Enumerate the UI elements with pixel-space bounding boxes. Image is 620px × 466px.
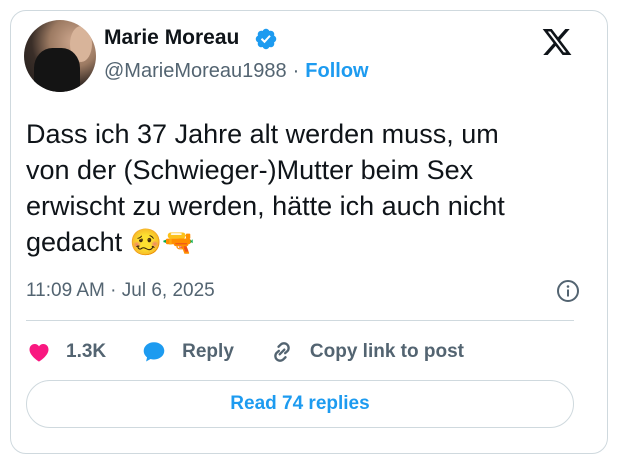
tweet-line: erwischt zu werden, hätte ich auch nicht bbox=[26, 191, 505, 221]
like-button[interactable]: 1.3K bbox=[26, 340, 106, 364]
water-pistol-emoji: 🔫 bbox=[161, 228, 195, 258]
heart-icon bbox=[29, 344, 49, 362]
tweet-line: von der (Schwieger-)Mutter beim Sex bbox=[26, 155, 474, 185]
action-bar: 1.3K Reply Copy link to post bbox=[26, 336, 498, 368]
x-logo-icon[interactable] bbox=[540, 26, 574, 58]
tweet-line-last: gedacht 🥴🔫 bbox=[26, 224, 576, 261]
reply-label: Reply bbox=[182, 341, 234, 362]
copy-link-label: Copy link to post bbox=[309, 341, 464, 362]
reply-bubble-icon bbox=[143, 342, 165, 362]
verified-badge-icon bbox=[255, 28, 277, 50]
separator-dot: · bbox=[292, 60, 300, 82]
timestamp[interactable]: 11:09 AM · Jul 6, 2025 bbox=[26, 280, 215, 302]
avatar-dress bbox=[34, 48, 80, 92]
reply-button[interactable]: Reply bbox=[140, 339, 234, 365]
author-handle[interactable]: @MarieMoreau1988 bbox=[104, 60, 287, 82]
read-replies-label: Read 74 replies bbox=[230, 393, 370, 414]
link-icon bbox=[274, 342, 290, 362]
handle-row: @MarieMoreau1988 · Follow bbox=[104, 60, 369, 83]
like-count: 1.3K bbox=[66, 341, 107, 362]
woozy-face-emoji: 🥴 bbox=[129, 228, 162, 258]
author-name[interactable]: Marie Moreau bbox=[104, 26, 239, 50]
copy-link-button[interactable]: Copy link to post bbox=[268, 338, 464, 366]
tweet-line: gedacht bbox=[26, 227, 123, 257]
divider bbox=[26, 320, 574, 321]
info-icon[interactable] bbox=[556, 279, 580, 303]
tweet-line: Dass ich 37 Jahre alt werden muss, um bbox=[26, 119, 499, 149]
avatar[interactable] bbox=[24, 20, 96, 92]
read-replies-button[interactable]: Read 74 replies bbox=[26, 380, 574, 428]
follow-link[interactable]: Follow bbox=[305, 60, 368, 82]
tweet-text: Dass ich 37 Jahre alt werden muss, um vo… bbox=[26, 116, 576, 261]
